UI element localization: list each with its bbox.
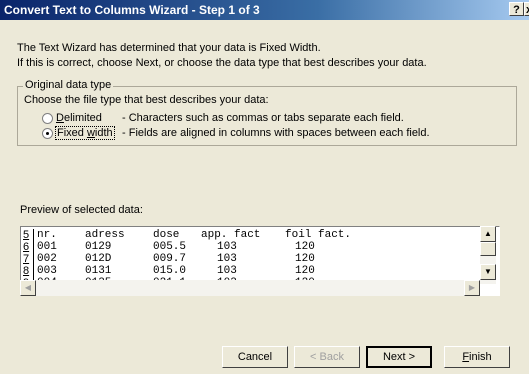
preview-cell: 0129 — [85, 241, 112, 253]
file-type-prompt: Choose the file type that best describes… — [24, 94, 269, 106]
preview-cell: nr. — [37, 229, 57, 241]
intro-line-2: If this is correct, choose Next, or choo… — [17, 57, 427, 69]
vertical-scroll-thumb[interactable] — [480, 242, 496, 256]
finish-button[interactable]: Finish — [444, 346, 510, 368]
preview-row: 7 002 012D 009.7 103 120 — [21, 253, 481, 265]
preview-cell: 103 — [217, 253, 237, 265]
preview-row: 8 003 0131 015.0 103 120 — [21, 265, 481, 277]
group-label: Original data type — [23, 79, 114, 91]
preview-label: Preview of selected data: — [20, 204, 143, 216]
preview-cell: 002 — [37, 253, 57, 265]
help-button[interactable]: ? — [509, 2, 524, 16]
preview-cell: 120 — [295, 241, 315, 253]
row-separator — [33, 229, 34, 241]
preview-cell: 003 — [37, 265, 57, 277]
preview-cell: 001 — [37, 241, 57, 253]
next-button[interactable]: Next > — [366, 346, 432, 368]
horizontal-scrollbar[interactable] — [20, 280, 480, 296]
preview-cell: 120 — [295, 253, 315, 265]
original-data-type-group: Original data type Choose the file type … — [17, 79, 517, 146]
row-number: 6 — [23, 241, 30, 253]
delimited-radio[interactable] — [42, 113, 53, 124]
preview-cell: foil fact. — [285, 229, 352, 241]
preview-cell: 103 — [217, 241, 237, 253]
scroll-down-icon[interactable]: ▼ — [480, 264, 496, 280]
intro-line-1: The Text Wizard has determined that your… — [17, 42, 321, 54]
row-number: 5 — [23, 229, 30, 241]
row-separator — [33, 253, 34, 265]
back-button[interactable]: < Back — [294, 346, 360, 368]
preview-cell: 012D — [85, 253, 112, 265]
fixed-width-description: - Fields are aligned in columns with spa… — [122, 127, 430, 139]
scroll-right-icon[interactable]: ▶ — [464, 280, 480, 296]
row-number: 7 — [23, 253, 30, 265]
preview-cell: app. fact — [201, 229, 261, 241]
scroll-up-icon[interactable]: ▲ — [480, 226, 496, 242]
preview-cell: 120 — [295, 265, 315, 277]
delimited-description: - Characters such as commas or tabs sepa… — [122, 112, 404, 124]
row-separator — [33, 241, 34, 253]
preview-cell: 009.7 — [153, 253, 187, 265]
cancel-button[interactable]: Cancel — [222, 346, 288, 368]
close-button[interactable]: x — [524, 2, 529, 16]
preview-cell: dose — [153, 229, 180, 241]
preview-cell: 015.0 — [153, 265, 187, 277]
row-number: 8 — [23, 265, 30, 277]
fixed-width-radio[interactable] — [42, 128, 53, 139]
preview-cell: adress — [85, 229, 125, 241]
scroll-left-icon[interactable]: ◀ — [20, 280, 36, 296]
fixed-width-label[interactable]: Fixed width — [55, 126, 115, 140]
preview-cell: 0131 — [85, 265, 112, 277]
delimited-label[interactable]: Delimited — [56, 112, 102, 124]
window-title: Convert Text to Columns Wizard - Step 1 … — [4, 3, 260, 17]
title-bar: Convert Text to Columns Wizard - Step 1 … — [0, 0, 529, 20]
preview-row: 5 nr. adress dose app. fact foil fact. — [21, 229, 481, 241]
preview-row: 6 001 0129 005.5 103 120 — [21, 241, 481, 253]
preview-cell: 103 — [217, 265, 237, 277]
preview-cell: 005.5 — [153, 241, 187, 253]
row-separator — [33, 265, 34, 277]
